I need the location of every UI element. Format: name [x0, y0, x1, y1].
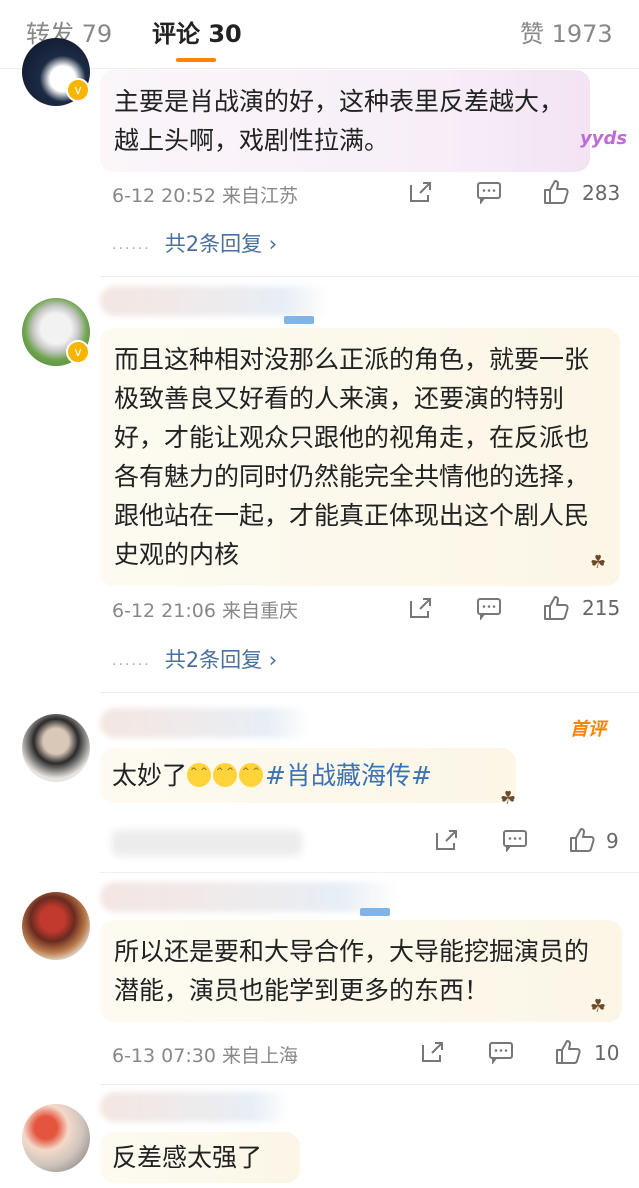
username-redacted — [100, 1092, 290, 1122]
yyds-sticker: yyds — [580, 128, 628, 149]
comment-location: 来自重庆 — [221, 600, 298, 622]
sticker-icon: ☘ — [590, 552, 607, 573]
divider — [100, 692, 639, 693]
replies-label: 共2条回复 — [164, 648, 263, 672]
reply-dots: ...... — [112, 653, 151, 669]
avatar[interactable] — [22, 892, 90, 960]
verified-badge-icon: v — [66, 340, 90, 364]
comment-location: 来自上海 — [221, 1045, 298, 1067]
comment-icon[interactable] — [502, 828, 528, 852]
user-tag — [284, 316, 314, 324]
comment-time: 6-12 20:52 — [112, 185, 216, 207]
comment-time: 6-13 07:30 — [112, 1045, 216, 1067]
comment-icon[interactable] — [476, 596, 502, 620]
comment-text-prefix: 太妙了 — [112, 761, 188, 790]
view-replies-link[interactable]: ...... 共2条回复 › — [112, 644, 277, 674]
hashtag-link[interactable]: #肖战藏海传# — [265, 761, 432, 790]
replies-label: 共2条回复 — [164, 232, 263, 256]
comment-text: 所以还是要和大导合作，大导能挖掘演员的潜能，演员也能学到更多的东西！ — [100, 920, 622, 1022]
comment-meta: 6-12 20:52 来自江苏 — [112, 181, 298, 208]
comment-text: 太妙了 #肖战藏海传# — [100, 748, 516, 803]
username-redacted — [100, 708, 310, 738]
username-redacted — [100, 286, 330, 316]
tab-bar: 转发 79 评论 30 赞 1973 — [0, 0, 639, 69]
comment-meta: 6-13 07:30 来自上海 — [112, 1041, 298, 1068]
share-icon[interactable] — [420, 1040, 446, 1064]
comment-text: 反差感太强了 — [100, 1132, 300, 1183]
thumbs-up-icon[interactable] — [542, 594, 570, 622]
divider — [100, 1084, 639, 1085]
comment-location: 来自江苏 — [221, 185, 298, 207]
thumbs-up-icon[interactable] — [568, 826, 596, 854]
thumbs-up-icon[interactable] — [554, 1038, 582, 1066]
comment-icon[interactable] — [488, 1040, 514, 1064]
tab-likes[interactable]: 赞 1973 — [520, 14, 613, 49]
active-tab-indicator — [176, 58, 216, 62]
tab-comments[interactable]: 评论 30 — [152, 14, 242, 49]
like-count: 215 — [582, 596, 621, 620]
chevron-right-icon: › — [268, 648, 278, 672]
verified-badge-icon: v — [66, 78, 90, 102]
first-comment-badge: 首评 — [570, 719, 606, 740]
comment-icon[interactable] — [476, 180, 502, 204]
share-icon[interactable] — [434, 828, 460, 852]
emoji-icon — [213, 763, 238, 787]
emoji-icon — [239, 763, 264, 787]
divider — [100, 872, 639, 873]
comment-meta: 6-12 21:06 来自重庆 — [112, 596, 298, 623]
divider — [100, 276, 639, 277]
chevron-right-icon: › — [268, 232, 278, 256]
avatar[interactable] — [22, 1104, 90, 1172]
username-redacted — [100, 882, 400, 912]
user-tag — [360, 908, 390, 916]
comment-time: 6-12 21:06 — [112, 600, 216, 622]
sticker-icon: ☘ — [500, 788, 517, 809]
like-count: 10 — [594, 1041, 620, 1065]
sticker-icon: ☘ — [590, 996, 607, 1017]
comment-meta-redacted — [112, 830, 302, 856]
like-count: 283 — [582, 181, 621, 205]
reply-dots: ...... — [112, 237, 151, 253]
share-icon[interactable] — [408, 180, 434, 204]
like-count: 9 — [606, 829, 619, 853]
share-icon[interactable] — [408, 596, 434, 620]
thumbs-up-icon[interactable] — [542, 178, 570, 206]
emoji-icon — [187, 763, 212, 787]
avatar[interactable] — [22, 714, 90, 782]
view-replies-link[interactable]: ...... 共2条回复 › — [112, 228, 277, 258]
comment-text: 主要是肖战演的好，这种表里反差越大，越上头啊，戏剧性拉满。 — [100, 70, 590, 172]
comment-text: 而且这种相对没那么正派的角色，就要一张极致善良又好看的人来演，还要演的特别好，才… — [100, 328, 620, 586]
